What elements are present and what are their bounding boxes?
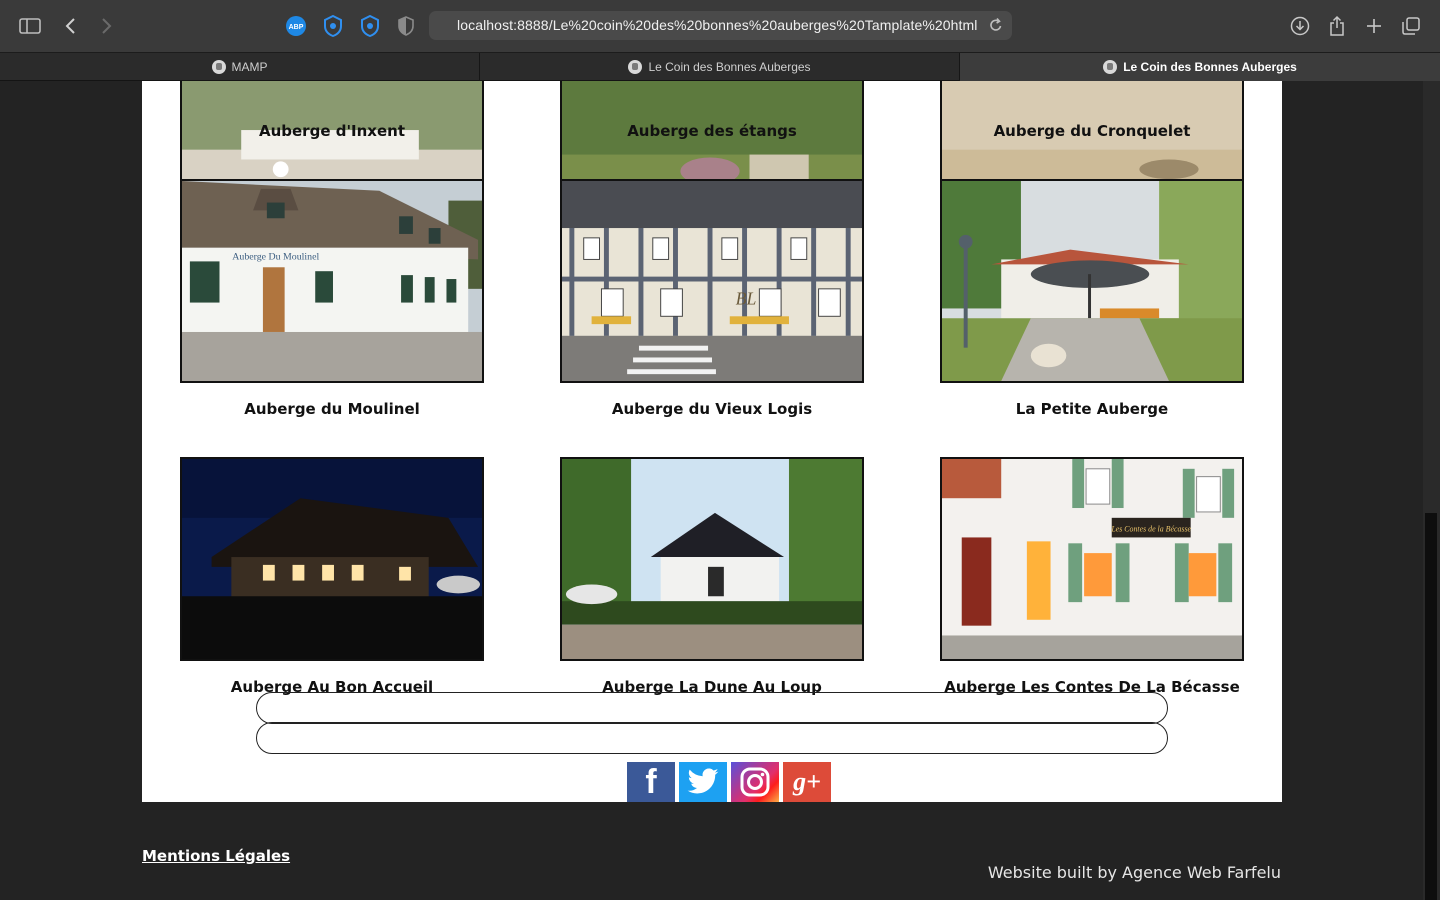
page-viewport: Auberge d'Inxent Auberge des étangs Aube… bbox=[0, 81, 1440, 900]
shield-extension-icon[interactable] bbox=[321, 14, 345, 38]
url-path: /Le%20coin%20des%20bonnes%20auberges%20T… bbox=[548, 17, 977, 33]
photo-auberge-bon-accueil[interactable] bbox=[180, 457, 484, 661]
caption-auberge-vieux-logis: Auberge du Vieux Logis bbox=[611, 400, 813, 418]
privacy-report-icon[interactable] bbox=[394, 14, 418, 38]
caption-auberge-inxent: Auberge d'Inxent bbox=[258, 122, 405, 140]
site-favicon-icon bbox=[1103, 60, 1118, 74]
photo-auberge-moulinel[interactable]: Auberge Du Moulinel bbox=[180, 179, 484, 383]
facebook-glyph: f bbox=[645, 762, 657, 801]
tab-label: Le Coin des Bonnes Auberges bbox=[1123, 60, 1297, 74]
caption-auberge-etangs: Auberge des étangs bbox=[627, 122, 797, 140]
tab-coin-auberges-1[interactable]: Le Coin des Bonnes Auberges bbox=[480, 53, 960, 81]
privacy-extension-icon[interactable] bbox=[358, 14, 382, 38]
site-favicon-icon bbox=[628, 60, 643, 74]
adblock-extension-icon[interactable]: ABP bbox=[284, 14, 308, 38]
forward-icon[interactable] bbox=[94, 14, 118, 38]
tab-label: MAMP bbox=[231, 60, 268, 74]
tab-mamp[interactable]: MAMP bbox=[0, 53, 480, 81]
photo-la-petite-auberge[interactable] bbox=[940, 179, 1244, 383]
photo-auberge-dune-au-loup[interactable] bbox=[560, 457, 864, 661]
becasse-sign-text: Les Contes de la Bécasse bbox=[1110, 525, 1191, 534]
caption-auberge-moulinel: Auberge du Moulinel bbox=[244, 400, 420, 418]
instagram-icon[interactable] bbox=[731, 762, 779, 802]
downloads-icon[interactable] bbox=[1288, 14, 1312, 38]
page-scrollbar[interactable] bbox=[1423, 81, 1440, 900]
mentions-legales-link[interactable]: Mentions Légales bbox=[142, 847, 290, 865]
sidebar-toggle-icon[interactable] bbox=[18, 14, 42, 38]
mamp-favicon-icon bbox=[211, 60, 226, 74]
rounded-divider-bottom bbox=[256, 722, 1168, 754]
photo-auberge-contes-becasse[interactable]: Les Contes de la Bécasse bbox=[940, 457, 1244, 661]
reload-icon[interactable] bbox=[989, 17, 1003, 37]
adblock-label: ABP bbox=[289, 24, 304, 31]
moulinel-sign-text: Auberge Du Moulinel bbox=[232, 251, 319, 262]
photo-auberge-vieux-logis[interactable]: BL bbox=[560, 179, 864, 383]
tab-label: Le Coin des Bonnes Auberges bbox=[648, 60, 811, 74]
facebook-icon[interactable]: f bbox=[627, 762, 675, 802]
browser-toolbar: ABP localhost:8888/Le%20coin%20des%20bon… bbox=[0, 0, 1440, 52]
rounded-divider-top bbox=[256, 692, 1168, 724]
twitter-icon[interactable] bbox=[679, 762, 727, 802]
share-icon[interactable] bbox=[1325, 14, 1349, 38]
footer-credit: Website built by Agence Web Farfelu bbox=[987, 863, 1281, 882]
address-bar[interactable]: localhost:8888/Le%20coin%20des%20bonnes%… bbox=[429, 11, 1012, 40]
tab-coin-auberges-active[interactable]: Le Coin des Bonnes Auberges bbox=[960, 53, 1440, 81]
tab-overview-icon[interactable] bbox=[1399, 14, 1423, 38]
new-tab-icon[interactable] bbox=[1362, 14, 1386, 38]
url-host: localhost:8888 bbox=[457, 17, 549, 33]
back-icon[interactable] bbox=[59, 14, 83, 38]
tab-bar: MAMP Le Coin des Bonnes Auberges Le Coin… bbox=[0, 52, 1440, 81]
caption-la-petite-auberge: La Petite Auberge bbox=[1015, 400, 1169, 418]
googleplus-glyph: g+ bbox=[793, 767, 821, 796]
scrollbar-thumb[interactable] bbox=[1425, 513, 1437, 900]
url-text: localhost:8888/Le%20coin%20des%20bonnes%… bbox=[457, 17, 977, 33]
vieux-logis-sign-text: BL bbox=[736, 289, 757, 309]
caption-auberge-cronquelet: Auberge du Cronquelet bbox=[993, 122, 1191, 140]
googleplus-icon[interactable]: g+ bbox=[783, 762, 831, 802]
